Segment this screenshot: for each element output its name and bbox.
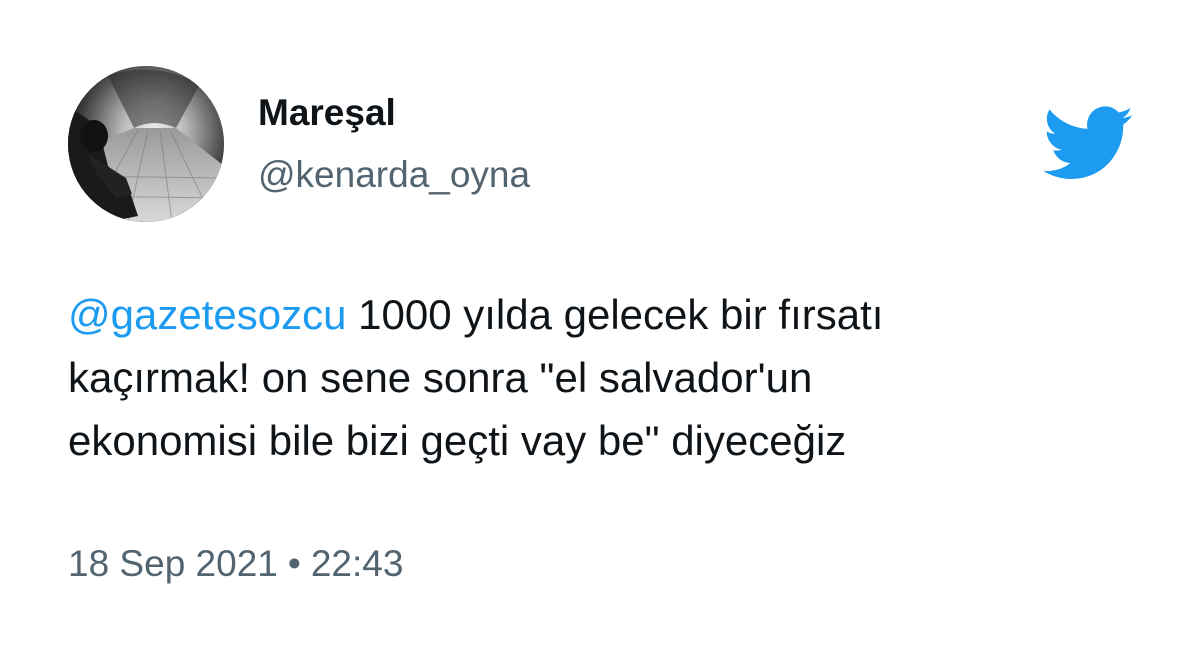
author-display-name[interactable]: Mareşal xyxy=(258,92,396,134)
tweet-text: @gazetesozcu 1000 yılda gelecek bir fırs… xyxy=(68,283,1128,472)
tweet-date[interactable]: 18 Sep 2021 xyxy=(68,543,278,584)
tweet-meta: 18 Sep 2021 • 22:43 xyxy=(68,543,403,585)
avatar[interactable] xyxy=(68,66,224,222)
meta-separator: • xyxy=(287,543,301,584)
mention-link[interactable]: @gazetesozcu xyxy=(68,291,346,338)
tweet-text-line1: 1000 yılda gelecek bir fırsatı xyxy=(346,291,884,338)
tweet-card: Mareşal @kenarda_oyna @gazetesozcu 1000 … xyxy=(0,0,1200,652)
author-handle[interactable]: @kenarda_oyna xyxy=(258,154,530,196)
tweet-text-line2: kaçırmak! on sene sonra "el salvador'un xyxy=(68,354,813,401)
tweet-time[interactable]: 22:43 xyxy=(311,543,404,584)
tweet-text-line3: ekonomisi bile bizi geçti vay be" diyece… xyxy=(68,417,847,464)
twitter-bird-icon[interactable] xyxy=(1043,106,1135,182)
